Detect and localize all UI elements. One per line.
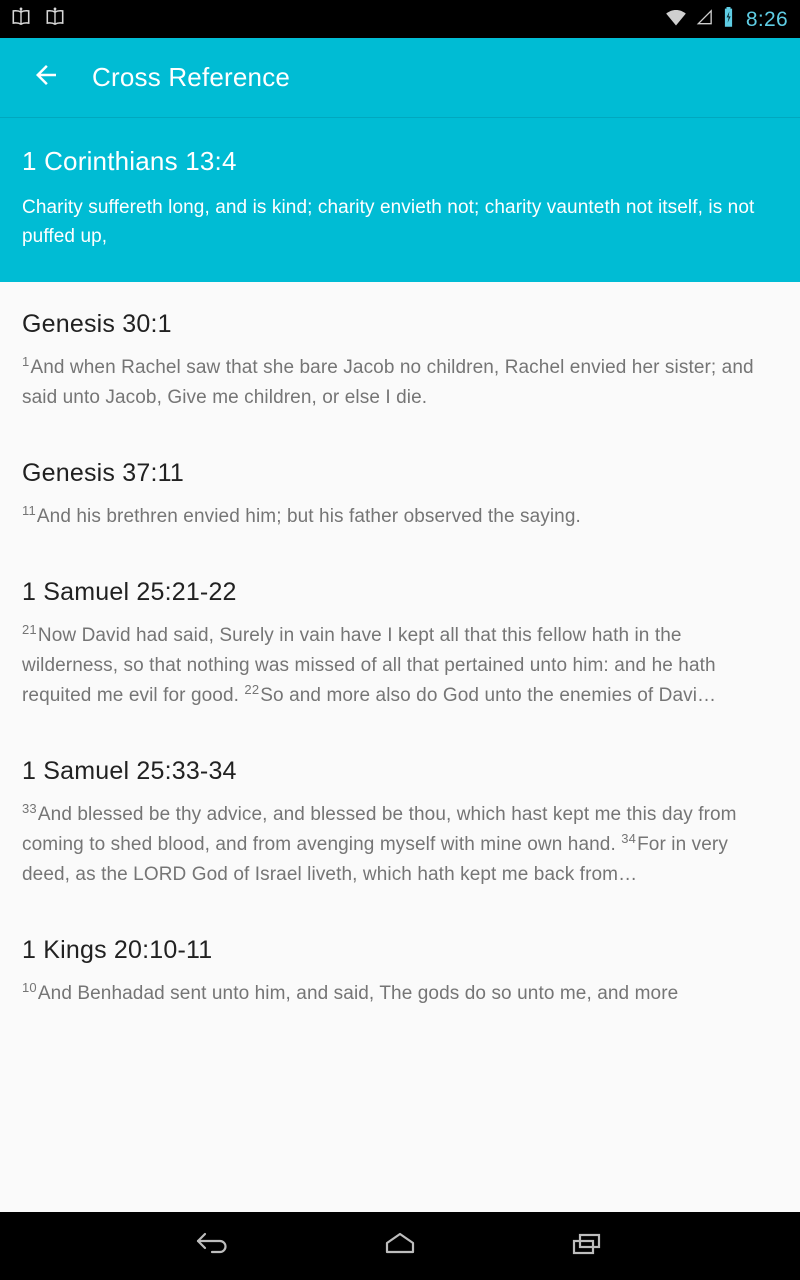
battery-charging-icon bbox=[721, 6, 736, 33]
nav-back-button[interactable] bbox=[181, 1221, 245, 1271]
verse-text: And his brethren envied him; but his fat… bbox=[36, 505, 581, 527]
cross-reference-heading: 1 Kings 20:10-11 bbox=[22, 936, 213, 965]
verse-number: 21 bbox=[22, 621, 37, 637]
cross-reference-item[interactable]: 1 Samuel 25:33-34 33And blessed be thy ad… bbox=[0, 757, 800, 890]
verse-number: 33 bbox=[22, 800, 37, 816]
verse-text: So and more also do God unto the enemies… bbox=[260, 684, 717, 706]
cross-reference-text: 33And blessed be thy advice, and blessed… bbox=[22, 800, 778, 890]
arrow-back-icon bbox=[31, 60, 61, 95]
nav-home-button[interactable] bbox=[368, 1221, 432, 1271]
nav-recents-icon bbox=[568, 1229, 606, 1264]
cross-reference-text: 1And when Rachel saw that she bare Jacob… bbox=[22, 353, 778, 413]
page-title: Cross Reference bbox=[92, 62, 291, 92]
back-button[interactable] bbox=[26, 58, 66, 98]
status-bar-system-icons: 8:26 bbox=[664, 6, 788, 33]
cross-reference-text: 21Now David had said, Surely in vain hav… bbox=[22, 621, 778, 711]
source-verse-reference: 1 Corinthians 13:4 bbox=[22, 146, 237, 176]
android-navigation-bar bbox=[0, 1212, 800, 1280]
verse-number: 22 bbox=[244, 681, 260, 697]
cross-reference-list[interactable]: Genesis 30:1 1And when Rachel saw that sh… bbox=[0, 281, 800, 1280]
cross-reference-item[interactable]: Genesis 30:1 1And when Rachel saw that sh… bbox=[0, 310, 800, 413]
nav-recents-button[interactable] bbox=[555, 1221, 619, 1271]
status-bar: 8:26 bbox=[0, 0, 800, 38]
cross-reference-heading: Genesis 37:11 bbox=[22, 458, 184, 487]
signal-icon bbox=[695, 7, 714, 32]
verse-text: And blessed be thy advice, and blessed b… bbox=[22, 803, 737, 855]
cross-reference-text: 11And his brethren envied him; but his f… bbox=[22, 502, 778, 532]
book-icon bbox=[10, 6, 32, 33]
verse-text: And when Rachel saw that she bare Jacob … bbox=[22, 356, 754, 408]
verse-number: 10 bbox=[22, 979, 37, 995]
cross-reference-text: 10And Benhadad sent unto him, and said, … bbox=[22, 979, 778, 1009]
nav-home-icon bbox=[381, 1229, 419, 1264]
cross-reference-item[interactable]: 1 Kings 20:10-11 10And Benhadad sent unto… bbox=[0, 936, 800, 1009]
status-bar-notifications bbox=[10, 6, 66, 33]
cross-reference-item[interactable]: 1 Samuel 25:21-22 21Now David had said, S… bbox=[0, 578, 800, 711]
verse-number: 34 bbox=[621, 830, 637, 846]
source-verse-card[interactable]: 1 Corinthians 13:4 Charity suffereth lon… bbox=[0, 118, 800, 282]
cross-reference-heading: 1 Samuel 25:33-34 bbox=[22, 756, 237, 785]
cross-reference-heading: 1 Samuel 25:21-22 bbox=[22, 577, 237, 606]
app-bar: Cross Reference bbox=[0, 38, 800, 118]
source-verse-text: Charity suffereth long, and is kind; cha… bbox=[22, 197, 755, 248]
nav-back-icon bbox=[194, 1229, 232, 1264]
cross-reference-heading: Genesis 30:1 bbox=[22, 309, 172, 338]
status-bar-clock: 8:26 bbox=[745, 7, 788, 31]
app-screen: 8:26 Cross Reference 1 Corinthians 13:4 … bbox=[0, 0, 800, 1280]
verse-text: And Benhadad sent unto him, and said, Th… bbox=[37, 983, 679, 1005]
wifi-icon bbox=[664, 7, 688, 32]
verse-number: 11 bbox=[22, 502, 36, 518]
cross-reference-item[interactable]: Genesis 37:11 11And his brethren envied h… bbox=[0, 459, 800, 532]
book-icon bbox=[44, 6, 66, 33]
